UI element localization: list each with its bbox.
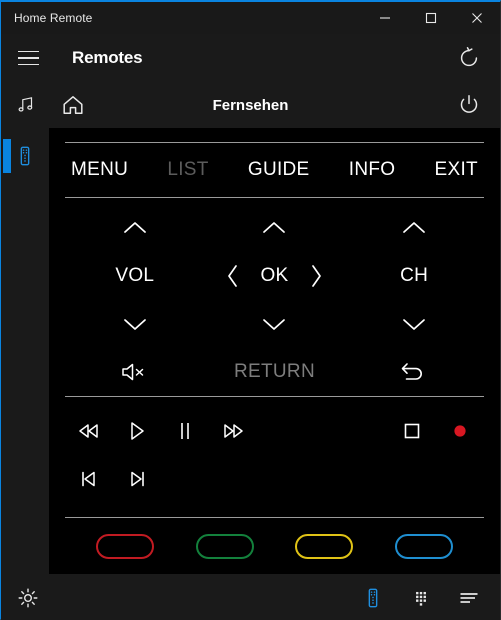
info-button[interactable]: INFO [349, 159, 396, 181]
color-button-yellow[interactable] [295, 533, 354, 559]
page-title: Remotes [72, 48, 143, 67]
volume-down-button[interactable] [121, 314, 149, 334]
device-bar: Fernsehen [1, 82, 500, 128]
transport-controls [65, 397, 484, 503]
app-header: Remotes [1, 34, 500, 82]
hamburger-icon[interactable] [11, 41, 45, 75]
guide-button[interactable]: GUIDE [248, 159, 310, 181]
next-track-button[interactable] [113, 459, 161, 499]
bottom-bar [1, 574, 500, 620]
gear-icon[interactable] [11, 581, 45, 615]
exit-button[interactable]: EXIT [435, 159, 478, 181]
menu-button[interactable]: MENU [71, 159, 128, 181]
dpad-grid: VOL OK CH [65, 198, 484, 348]
back-arrow-icon[interactable] [399, 359, 429, 385]
app-window: Home Remote Remotes Fernsehen MENU LIST … [0, 0, 501, 620]
sidebar-item-remotes[interactable] [1, 136, 49, 176]
music-note-icon[interactable] [9, 88, 43, 122]
return-button[interactable]: RETURN [234, 361, 315, 383]
remote-panel: MENU LIST GUIDE INFO EXIT VOL OK CH RETU… [49, 128, 500, 574]
mute-icon[interactable] [120, 360, 150, 384]
minimize-button[interactable] [362, 2, 408, 34]
nav-left-button[interactable] [225, 263, 241, 289]
volume-up-button[interactable] [121, 218, 149, 238]
device-bar-actions [452, 88, 486, 122]
channel-label: CH [400, 265, 429, 286]
sidebar [1, 128, 49, 574]
window-title: Home Remote [14, 11, 93, 25]
channel-down-button[interactable] [400, 314, 428, 334]
transport-row-2 [65, 455, 484, 503]
close-button[interactable] [454, 2, 500, 34]
previous-track-button[interactable] [65, 459, 113, 499]
app-header-actions [452, 41, 500, 75]
rewind-button[interactable] [65, 411, 113, 451]
color-button-green[interactable] [195, 533, 254, 559]
ok-row: OK [225, 263, 323, 289]
home-icon[interactable] [56, 88, 90, 122]
color-button-row [65, 518, 484, 574]
transport-row-1 [65, 407, 484, 455]
window-controls [362, 2, 500, 34]
channel-up-button[interactable] [400, 218, 428, 238]
pause-button[interactable] [161, 411, 209, 451]
maximize-button[interactable] [408, 2, 454, 34]
color-button-blue[interactable] [395, 533, 454, 559]
nav-down-button[interactable] [260, 314, 288, 334]
list-button[interactable]: LIST [167, 159, 208, 181]
record-button[interactable] [436, 411, 484, 451]
volume-label-button[interactable]: VOL [115, 265, 154, 287]
refresh-icon[interactable] [452, 41, 486, 75]
main-body: MENU LIST GUIDE INFO EXIT VOL OK CH RETU… [1, 128, 500, 574]
nav-right-button[interactable] [308, 263, 324, 289]
bottom-nav [356, 581, 486, 615]
sidebar-selection-indicator [3, 139, 11, 173]
fast-forward-button[interactable] [209, 411, 257, 451]
nav-keypad-button[interactable] [404, 581, 438, 615]
channel-label-button[interactable]: CH [400, 265, 428, 287]
nav-remote-button[interactable] [356, 581, 390, 615]
volume-label: VOL [115, 265, 155, 286]
nav-up-button[interactable] [260, 218, 288, 238]
play-button[interactable] [113, 411, 161, 451]
power-icon[interactable] [452, 88, 486, 122]
stop-button[interactable] [388, 411, 436, 451]
remote-icon [14, 145, 36, 167]
nav-list-button[interactable] [452, 581, 486, 615]
title-bar: Home Remote [1, 2, 500, 34]
ok-button[interactable]: OK [260, 265, 288, 287]
return-row: RETURN [65, 348, 484, 396]
color-button-red[interactable] [95, 533, 154, 559]
menu-row: MENU LIST GUIDE INFO EXIT [65, 143, 484, 197]
